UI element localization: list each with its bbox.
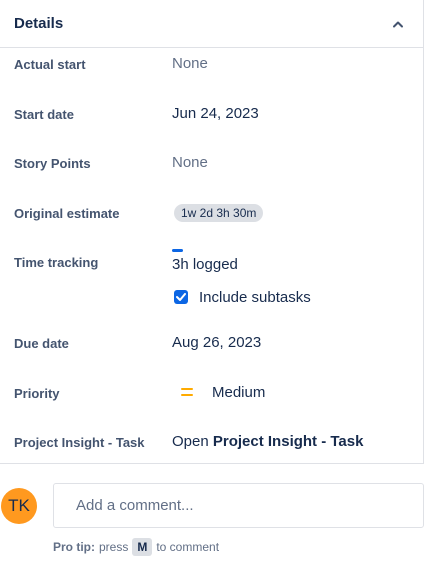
- details-title: Details: [14, 15, 64, 32]
- due-date-label: Due date: [14, 336, 69, 351]
- priority-label: Priority: [14, 386, 60, 401]
- project-insight-link[interactable]: Project Insight - Task: [213, 433, 364, 450]
- project-insight-label: Project Insight - Task: [14, 435, 145, 450]
- pro-tip-press: press: [99, 540, 129, 554]
- story-points-value[interactable]: None: [172, 154, 208, 171]
- time-tracking-logged[interactable]: 3h logged: [172, 256, 238, 273]
- project-insight-prefix: Open: [172, 433, 209, 450]
- pro-tip: Pro tip: press M to comment: [53, 538, 219, 556]
- keyboard-shortcut-key: M: [132, 538, 153, 556]
- project-insight-value: Open Project Insight - Task: [172, 433, 363, 450]
- priority-value[interactable]: Medium: [212, 384, 265, 401]
- comment-input[interactable]: Add a comment...: [53, 483, 424, 528]
- include-subtasks-label[interactable]: Include subtasks: [199, 289, 311, 306]
- checkmark-icon: [176, 293, 186, 301]
- avatar[interactable]: TK: [1, 488, 37, 524]
- details-panel: Details Actual start None Start date Jun…: [0, 0, 424, 464]
- due-date-value[interactable]: Aug 26, 2023: [172, 334, 261, 351]
- time-tracking-progress-bar[interactable]: [172, 249, 183, 252]
- pro-tip-label: Pro tip:: [53, 540, 95, 554]
- priority-medium-icon: [181, 388, 193, 396]
- story-points-label: Story Points: [14, 156, 91, 171]
- start-date-value[interactable]: Jun 24, 2023: [172, 105, 259, 122]
- details-header[interactable]: Details: [0, 0, 423, 48]
- include-subtasks-checkbox[interactable]: [174, 290, 188, 304]
- start-date-label: Start date: [14, 107, 74, 122]
- original-estimate-lozenge[interactable]: 1w 2d 3h 30m: [174, 204, 264, 222]
- actual-start-value[interactable]: None: [172, 55, 208, 72]
- chevron-up-icon[interactable]: [389, 15, 407, 33]
- pro-tip-suffix: to comment: [156, 540, 220, 554]
- time-tracking-label: Time tracking: [14, 255, 99, 270]
- actual-start-label: Actual start: [14, 57, 86, 72]
- original-estimate-label: Original estimate: [14, 206, 120, 221]
